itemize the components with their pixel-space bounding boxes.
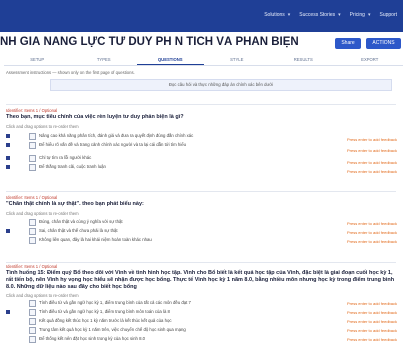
checkbox[interactable]: [29, 227, 36, 235]
checkbox[interactable]: [29, 309, 36, 317]
tab-results[interactable]: RESULTS: [270, 55, 337, 65]
checkbox[interactable]: [29, 300, 36, 308]
checkbox[interactable]: [29, 154, 36, 162]
answer-option[interactable]: Chỉ tự tìm ra lỗi người khác Press enter…: [6, 154, 403, 165]
option-label: Để hiểu rõ vấn đề và trang cảnh chính xá…: [39, 141, 187, 147]
reorder-hint: Click and drag options to re-order them: [6, 210, 79, 216]
option-label: Chỉ tự tìm ra lỗi người khác: [39, 154, 92, 160]
question-text[interactable]: Theo bạn, mục tiêu chính của việc rèn lu…: [6, 114, 403, 121]
share-button[interactable]: Share: [335, 38, 361, 49]
answer-option[interactable]: Sai, chân thật và thế chưa phải là sự th…: [6, 227, 403, 236]
nav-solutions[interactable]: Solutions: [264, 12, 285, 18]
divider: [6, 104, 396, 105]
checkbox[interactable]: [29, 327, 36, 335]
feedback-link[interactable]: Press enter to add feedback: [347, 319, 397, 324]
divider: [6, 191, 396, 192]
feedback-link[interactable]: Press enter to add feedback: [347, 337, 397, 342]
feedback-link[interactable]: Press enter to add feedback: [347, 301, 397, 306]
option-label: Đúng, chân thật và cùng ý nghĩa với sự t…: [39, 218, 123, 224]
answer-option[interactable]: Tính điều từ và gần ngữ học kỳ 1, điểm t…: [6, 299, 403, 308]
question-meta: Identifier: Items 1 / Optional: [6, 108, 58, 113]
answer-option[interactable]: Tính điều từ và gần ngữ học kỳ 1, điểm t…: [6, 308, 403, 317]
option-label: Không liên quan, đây là hai khái niệm ho…: [39, 236, 152, 242]
tab-questions[interactable]: QUESTIONS: [137, 55, 204, 65]
checkbox[interactable]: [29, 163, 36, 171]
question-text[interactable]: "Chân thật chính là sự thật". theo bạn p…: [6, 201, 403, 208]
feedback-link[interactable]: Press enter to add feedback: [347, 239, 397, 244]
answer-option[interactable]: Trung tâm kết quả học kỳ 1 năm trên, việ…: [6, 326, 403, 335]
checkbox[interactable]: [29, 318, 36, 326]
instructions-banner[interactable]: Đọc câu hỏi và thực những đáp án chính x…: [50, 79, 392, 91]
drag-handle-icon[interactable]: [6, 155, 10, 160]
top-nav-menu: Solutions ▾ Success Stories ▾ Pricing ▾ …: [264, 12, 397, 18]
checkbox[interactable]: [29, 218, 36, 226]
question-text[interactable]: Tình huống 15: Điểm quý Bổ theo dõi với …: [6, 270, 396, 290]
option-label: Tính điều từ và gần ngữ học kỳ 1, điểm t…: [39, 300, 191, 306]
feedback-link[interactable]: Press enter to add feedback: [347, 169, 397, 174]
drag-handle-icon[interactable]: [6, 228, 10, 233]
option-label: Tính điều từ và gần ngữ học kỳ 1, điểm t…: [39, 309, 170, 315]
question-meta: Identifier: Items 1 / Optional: [6, 195, 58, 200]
drag-handle-icon[interactable]: [6, 133, 10, 138]
answer-option[interactable]: Để thắng tranh cãi, cuộc tranh luận Pres…: [6, 163, 403, 174]
answer-option[interactable]: Để thống kết nên đặt học sinh trong kỳ c…: [6, 335, 403, 344]
checkbox[interactable]: [29, 236, 36, 244]
question-card-1: Identifier: Items 1 / Optional Theo bạn,…: [6, 108, 403, 174]
feedback-link[interactable]: Press enter to add feedback: [347, 230, 397, 235]
answer-option[interactable]: Không liên quan, đây là hai khái niệm ho…: [6, 236, 403, 245]
checkbox[interactable]: [29, 132, 36, 140]
option-label: Trung tâm kết quả học kỳ 1 năm trên, việ…: [39, 327, 186, 333]
answer-option[interactable]: Để hiểu rõ vấn đề và trang cảnh chính xá…: [6, 141, 403, 153]
feedback-link[interactable]: Press enter to add feedback: [347, 310, 397, 315]
nav-support[interactable]: Support: [379, 12, 397, 18]
reorder-hint: Click and drag options to re-order them: [6, 123, 79, 129]
option-label: Để thống kết nên đặt học sinh trong kỳ c…: [39, 336, 146, 342]
page-title: NH GIÁ NĂNG LỰC TƯ DUY PH N TÍCH VÀ PHẢN…: [0, 36, 299, 48]
question-card-3: Identifier: Items 1 / Optional Tình huốn…: [6, 264, 403, 344]
option-label: Để thắng tranh cãi, cuộc tranh luận: [39, 163, 106, 169]
top-navigation-bar: Solutions ▾ Success Stories ▾ Pricing ▾ …: [0, 0, 403, 32]
option-label: Sai, chân thật và thế chưa phải là sự th…: [39, 227, 118, 233]
option-label: Kết quả đồng kết thúc học 1 kỳ năm trước…: [39, 318, 172, 324]
checkbox[interactable]: [29, 336, 36, 344]
drag-handle-icon[interactable]: [6, 310, 10, 315]
drag-handle-icon[interactable]: [6, 142, 10, 147]
feedback-link[interactable]: Press enter to add feedback: [347, 148, 397, 153]
chevron-down-icon[interactable]: ▾: [368, 12, 371, 18]
answer-option[interactable]: Đúng, chân thật và cùng ý nghĩa với sự t…: [6, 218, 403, 227]
chevron-down-icon[interactable]: ▾: [338, 12, 341, 18]
nav-pricing[interactable]: Pricing: [350, 12, 365, 18]
instructions-note: Assessment instructions — shown only on …: [6, 70, 135, 75]
reorder-hint: Click and drag options to re-order them: [6, 293, 79, 299]
question-card-2: Identifier: Items 1 / Optional "Chân thậ…: [6, 195, 403, 245]
option-label: Nâng cao khả năng phân tích, đánh giá và…: [39, 132, 194, 138]
feedback-link[interactable]: Press enter to add feedback: [347, 328, 397, 333]
drag-handle-icon[interactable]: [6, 164, 10, 169]
nav-success-stories[interactable]: Success Stories: [299, 12, 335, 18]
feedback-link[interactable]: Press enter to add feedback: [347, 221, 397, 226]
tab-export[interactable]: EXPORT: [337, 55, 403, 65]
answer-option[interactable]: Nâng cao khả năng phân tích, đánh giá và…: [6, 132, 403, 142]
checkbox[interactable]: [29, 141, 36, 149]
chevron-down-icon[interactable]: ▾: [288, 12, 291, 18]
tab-setup[interactable]: SETUP: [4, 55, 71, 65]
actions-button[interactable]: ACTIONS: [366, 38, 401, 49]
editor-tabs: SETUP TYPES QUESTIONS STYLE RESULTS EXPO…: [4, 55, 403, 66]
answer-option[interactable]: Kết quả đồng kết thúc học 1 kỳ năm trước…: [6, 317, 403, 326]
tab-style[interactable]: STYLE: [204, 55, 271, 65]
question-meta: Identifier: Items 1 / Optional: [6, 264, 58, 269]
tab-types[interactable]: TYPES: [71, 55, 138, 65]
divider: [6, 262, 396, 263]
